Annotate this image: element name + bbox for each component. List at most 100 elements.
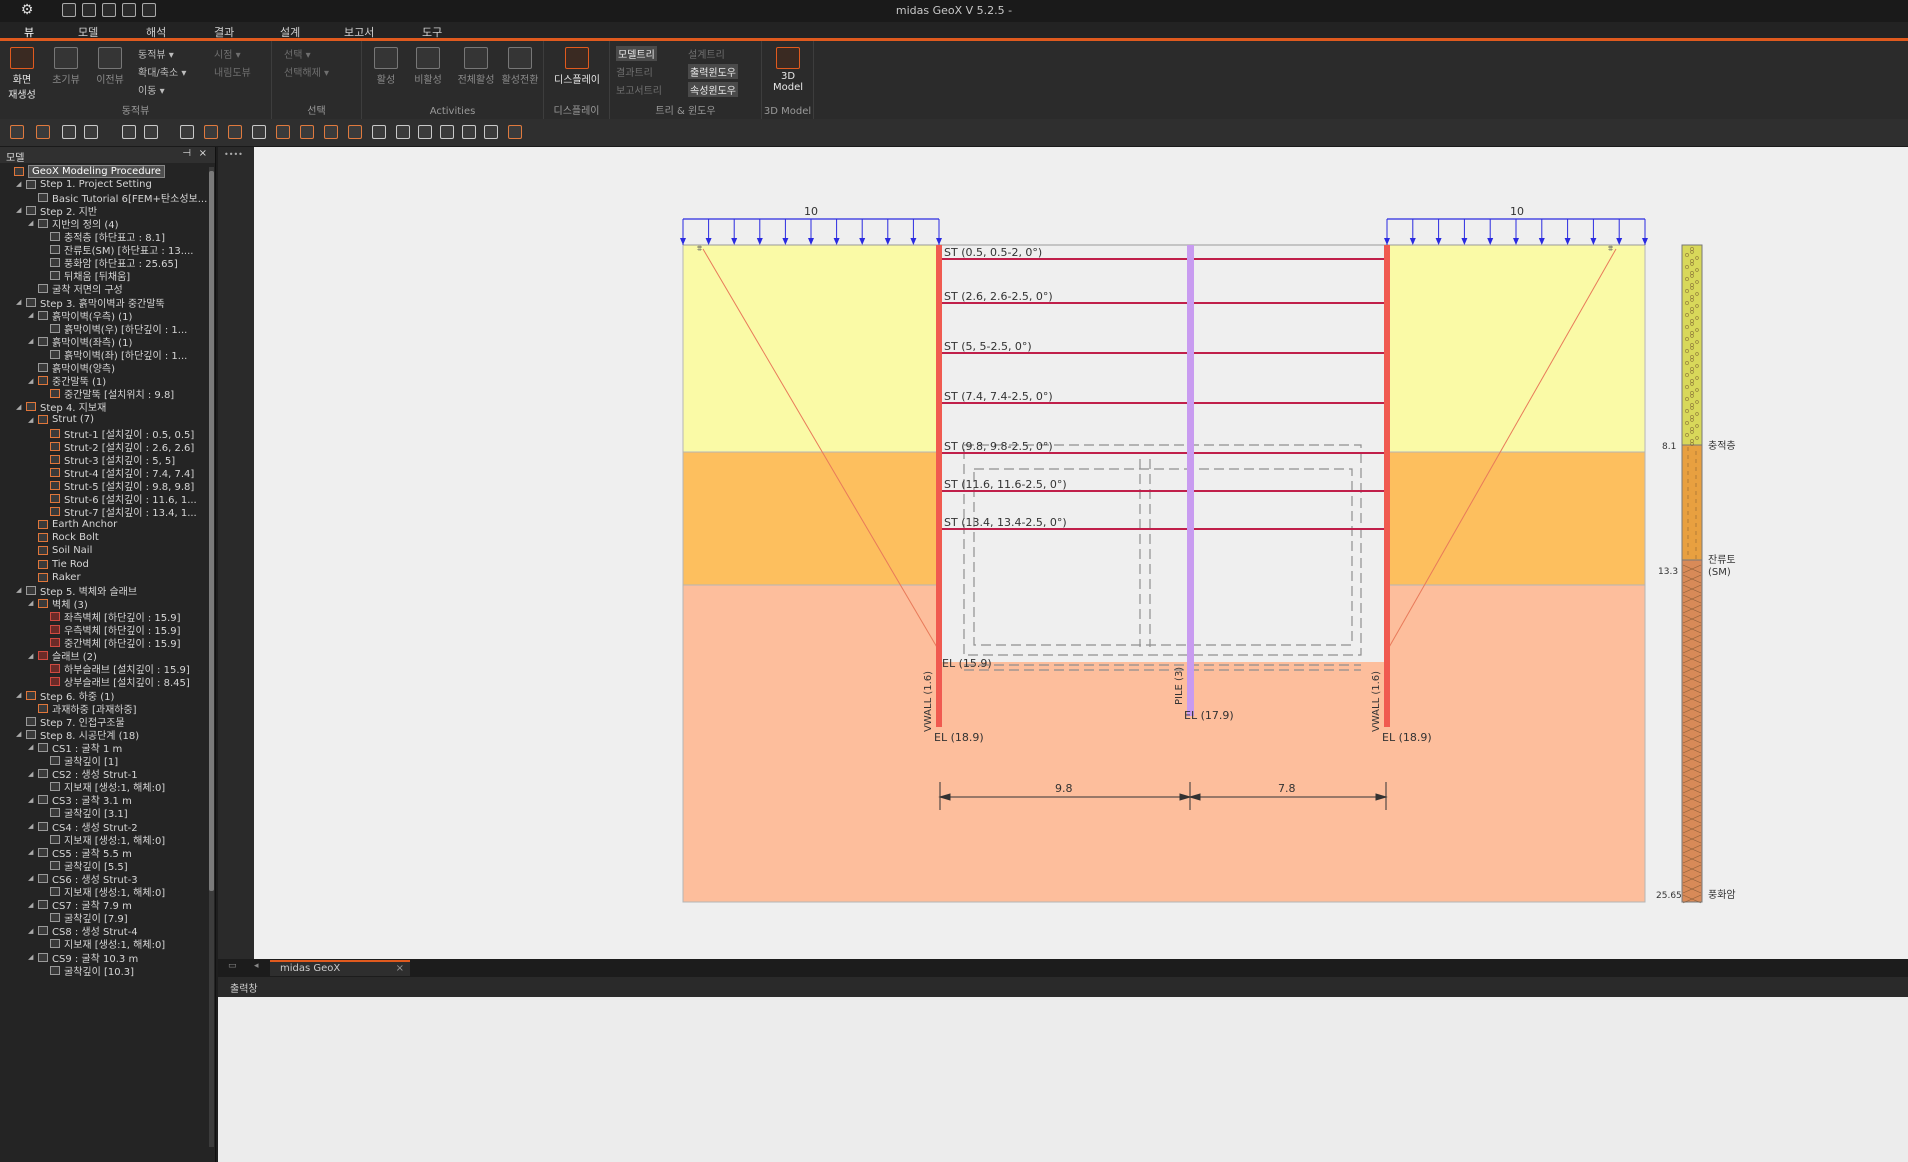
load-arrowhead: [936, 238, 942, 245]
lock-icon[interactable]: [62, 125, 76, 139]
model-viewport[interactable]: ⩨ ⩨ ST (0.5, 0.5-2, 0°) ST (2.6, 2.6-2.5,…: [218, 147, 1908, 959]
lowered-view-button[interactable]: 내림도뷰: [214, 64, 251, 79]
cursor-help-icon[interactable]: [144, 125, 158, 139]
tree-item[interactable]: ◢ Step 4. 지보재: [16, 400, 106, 414]
3d-model-button[interactable]: 3D Model: [770, 47, 806, 93]
tree-item[interactable]: Tie Rod: [28, 557, 89, 571]
sidebar-scrollbar[interactable]: [209, 167, 214, 1147]
right-wall[interactable]: [1384, 245, 1390, 727]
building-icon[interactable]: [372, 125, 386, 139]
borehole-depth-2: 13.3: [1658, 567, 1678, 577]
tree-item[interactable]: Strut-7 [설치깊이 : 13.4, 1...: [40, 505, 197, 519]
expand-toggle-icon[interactable]: ◢: [16, 730, 24, 738]
tree-node-icon: [50, 625, 60, 634]
surcharge-load-left[interactable]: [680, 218, 942, 245]
report-tree-toggle[interactable]: 보고서트리: [616, 82, 662, 97]
previous-view-button[interactable]: 이전뷰: [92, 47, 128, 86]
expand-toggle-icon[interactable]: ◢: [28, 416, 36, 424]
center-pile[interactable]: [1187, 245, 1194, 716]
display-button[interactable]: 디스플레이: [550, 47, 604, 86]
close-icon[interactable]: ×: [199, 148, 207, 159]
stage-edit-icon[interactable]: [440, 125, 454, 139]
result-tree-toggle[interactable]: 결과트리: [616, 64, 653, 79]
zoom-dropdown[interactable]: 확대/축소 ▾: [138, 64, 186, 79]
deactivate-button[interactable]: 비활성: [410, 47, 446, 86]
pile-icon[interactable]: [300, 125, 314, 139]
gripper-icon[interactable]: ••••: [224, 150, 243, 159]
unlock-icon[interactable]: [84, 125, 98, 139]
expand-toggle-icon[interactable]: ◢: [28, 599, 36, 607]
tab-list-icon[interactable]: ▭: [228, 961, 237, 971]
expand-toggle-icon[interactable]: ◢: [28, 219, 36, 227]
output-panel-header: 출력창: [218, 977, 1908, 997]
slab-icon[interactable]: [324, 125, 338, 139]
activate-icon: [374, 47, 398, 69]
expand-toggle-icon[interactable]: ◢: [28, 770, 36, 778]
borehole-column[interactable]: [1681, 244, 1703, 904]
help-icon[interactable]: [122, 125, 136, 139]
expand-toggle-icon[interactable]: ◢: [28, 848, 36, 856]
wall-icon[interactable]: [228, 125, 242, 139]
viewpoint-dropdown[interactable]: 시점 ▾: [214, 46, 241, 61]
expand-toggle-icon[interactable]: ◢: [28, 311, 36, 319]
expand-toggle-icon[interactable]: ◢: [16, 180, 24, 188]
toggle-active-button[interactable]: 활성전환: [498, 47, 542, 86]
expand-toggle-icon[interactable]: ◢: [16, 298, 24, 306]
pile-el-label: EL (17.9): [1184, 709, 1234, 722]
expand-toggle-icon[interactable]: ◢: [28, 953, 36, 961]
tree-item[interactable]: Rock Bolt: [28, 531, 99, 545]
report-icon[interactable]: [180, 125, 194, 139]
expand-toggle-icon[interactable]: ◢: [28, 796, 36, 804]
activate-all-button[interactable]: 전체활성: [454, 47, 498, 86]
stage-delete-icon[interactable]: [484, 125, 498, 139]
ground-anchor-right-icon: ⩨: [1608, 244, 1613, 254]
left-wall[interactable]: [936, 245, 942, 727]
stage-icon[interactable]: [396, 125, 410, 139]
tree-node-icon: [38, 376, 48, 386]
tab-prev-icon[interactable]: ◂: [254, 961, 259, 971]
close-icon[interactable]: ×: [396, 963, 404, 974]
element-icon[interactable]: [36, 125, 50, 139]
expand-toggle-icon[interactable]: ◢: [28, 652, 36, 660]
design-tree-toggle[interactable]: 설계트리: [688, 46, 725, 61]
wand-icon[interactable]: [204, 125, 218, 139]
activate-button[interactable]: 활성: [368, 47, 404, 86]
load-icon[interactable]: [348, 125, 362, 139]
load-arrowhead: [680, 238, 686, 245]
scrollbar-thumb[interactable]: [209, 171, 214, 891]
strut-icon[interactable]: [276, 125, 290, 139]
tree-node-icon: [50, 913, 60, 923]
expand-toggle-icon[interactable]: ◢: [16, 586, 24, 594]
deselect-dropdown[interactable]: 선택해제 ▾: [284, 64, 329, 79]
frame-icon[interactable]: [508, 125, 522, 139]
expand-toggle-icon[interactable]: ◢: [28, 901, 36, 909]
surcharge-load-right[interactable]: [1384, 218, 1648, 245]
pan-dropdown[interactable]: 이동 ▾: [138, 82, 165, 97]
model-tree-toggle[interactable]: 모델트리: [616, 46, 657, 61]
tree-item[interactable]: Earth Anchor: [28, 518, 117, 532]
expand-toggle-icon[interactable]: ◢: [16, 206, 24, 214]
dynamic-view-dropdown[interactable]: 동적뷰 ▾: [138, 46, 174, 61]
property-window-toggle[interactable]: 속성윈도우: [688, 82, 738, 97]
expand-toggle-icon[interactable]: ◢: [16, 691, 24, 699]
node-icon[interactable]: [10, 125, 24, 139]
select-dropdown[interactable]: 선택 ▾: [284, 46, 311, 61]
regenerate-button[interactable]: 화면 재생성: [4, 47, 40, 101]
stage-copy-icon[interactable]: [462, 125, 476, 139]
retaining-wall-icon[interactable]: [252, 125, 266, 139]
expand-toggle-icon[interactable]: ◢: [28, 822, 36, 830]
document-tab[interactable]: midas GeoX ×: [270, 960, 410, 976]
output-window-toggle[interactable]: 출력윈도우: [688, 64, 738, 79]
pin-icon[interactable]: ⊣: [182, 148, 191, 159]
expand-toggle-icon[interactable]: ◢: [28, 927, 36, 935]
tree-item[interactable]: 굴착깊이 [10.3]: [40, 963, 134, 978]
expand-toggle-icon[interactable]: ◢: [16, 403, 24, 411]
tree-item[interactable]: Soil Nail: [28, 544, 92, 558]
expand-toggle-icon[interactable]: ◢: [28, 743, 36, 751]
stage-add-icon[interactable]: [418, 125, 432, 139]
expand-toggle-icon[interactable]: ◢: [28, 377, 36, 385]
tree-item[interactable]: GeoX Modeling Procedure: [4, 164, 165, 178]
initial-view-button[interactable]: 초기뷰: [48, 47, 84, 86]
expand-toggle-icon[interactable]: ◢: [28, 337, 36, 345]
expand-toggle-icon[interactable]: ◢: [28, 874, 36, 882]
